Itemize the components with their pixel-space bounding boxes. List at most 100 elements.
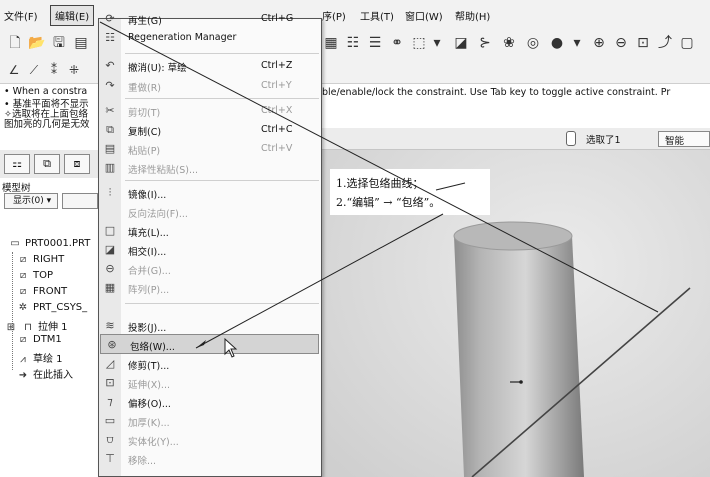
find-icon[interactable]: ⚭ xyxy=(388,34,406,52)
project-icon: ≋ xyxy=(105,319,115,332)
tree-item-insert-here[interactable]: ➜ 在此插入 xyxy=(16,366,73,381)
menu-separator xyxy=(125,303,319,304)
regen-manager-toolbar-icon[interactable]: ☷ xyxy=(344,34,362,52)
appearance-dropdown-icon[interactable]: ▾ xyxy=(568,34,586,52)
new-file-icon[interactable]: 🗋 xyxy=(6,34,24,52)
trim-icon: ◿ xyxy=(105,357,115,370)
sketch-points-icon[interactable]: ⁑ xyxy=(46,62,62,78)
offset-icon: ⁊ xyxy=(107,395,113,408)
folder-browser-tab-icon[interactable]: ⧉ xyxy=(34,154,60,174)
datum-plane-icon: ⧄ xyxy=(19,254,27,265)
menu-item-regeneration-manager[interactable]: ☷ Regeneration Manager xyxy=(99,28,321,48)
datum-plane-icon: ⧄ xyxy=(19,270,27,281)
menu-item-fill[interactable]: □ 填充(L)... xyxy=(99,221,321,241)
menu-item-solidify[interactable]: ⩌ 实体化(Y)... xyxy=(99,430,321,450)
menu-item-project[interactable]: ≋ 投影(J)... xyxy=(99,316,321,336)
menu-item-intersect[interactable]: ◪ 相交(I)... xyxy=(99,240,321,260)
tree-item-extrude[interactable]: ⊞ ⊓ 拉伸 1 xyxy=(4,318,68,333)
view-manager-icon[interactable]: ▢ xyxy=(678,34,696,52)
menu-item-flip-normal[interactable]: 反向法向(F)... xyxy=(99,202,321,222)
menu-item-redo[interactable]: ↷ 重做(R) Ctrl+Y xyxy=(99,76,321,96)
saved-views-icon[interactable]: ◎ xyxy=(524,34,542,52)
menu-help[interactable]: 帮助(H) xyxy=(455,8,490,23)
tree-item-label: PRT0001.PRT xyxy=(25,238,91,249)
menu-item-regenerate[interactable]: ⟳ 再生(G) Ctrl+G xyxy=(99,9,321,29)
selection-filter[interactable]: 智能 xyxy=(658,131,710,147)
menu-item-paste-special[interactable]: ▥ 选择性粘贴(S)... xyxy=(99,158,321,178)
dropdown-arrow-icon[interactable]: ▾ xyxy=(428,34,446,52)
model-tree-title: 模型树 xyxy=(2,183,31,194)
cylinder-top-face xyxy=(453,221,573,251)
tree-item-top-plane[interactable]: ⧄ TOP xyxy=(16,270,53,281)
menu-edit[interactable]: 编辑(E) xyxy=(50,5,95,26)
repaint-icon[interactable]: ◪ xyxy=(452,34,470,52)
zoom-in-icon[interactable]: ⊕ xyxy=(590,34,608,52)
menu-item-undo[interactable]: ↶ 撤消(U): 草绘 Ctrl+Z xyxy=(99,56,321,76)
mouse-icon xyxy=(566,131,576,146)
navigator-tabs: ⚏ ⧉ ⧈ xyxy=(0,150,100,178)
tree-item-dtm1[interactable]: ⧄ DTM1 xyxy=(16,334,62,345)
wrap-icon: ⊛ xyxy=(107,338,117,351)
menu-item-remove[interactable]: ⊤ 移除... xyxy=(99,449,321,469)
menu-item-offset[interactable]: ⁊ 偏移(O)... xyxy=(99,392,321,412)
menu-item-thicken[interactable]: ▭ 加厚(K)... xyxy=(99,411,321,431)
menu-item-extend[interactable]: ⊡ 延伸(X)... xyxy=(99,373,321,393)
menu-program[interactable]: 序(P) xyxy=(322,8,346,23)
tree-item-sketch[interactable]: ⩘ 草绘 1 xyxy=(16,350,62,365)
tree-item-label: TOP xyxy=(33,270,54,281)
tree-item-label: DTM1 xyxy=(33,334,62,345)
select-box-icon[interactable]: ⬚ xyxy=(410,34,428,52)
pattern-icon: ▦ xyxy=(104,281,116,294)
navigator-panel: ⚏ ⧉ ⧈ 模型树 显示(0) ▾ ▭ PRT0001.PRT ⧄ RIGHT ⧄ T… xyxy=(0,128,100,477)
show-button[interactable]: 显示(0) ▾ xyxy=(4,193,58,209)
sketch-dimension-icon[interactable]: ⟋ xyxy=(26,62,42,78)
tree-item-part[interactable]: ▭ PRT0001.PRT xyxy=(8,238,90,249)
tree-item-csys[interactable]: ✲ PRT_CSYS_ xyxy=(16,302,87,313)
menu-item-cut[interactable]: ✂ 剪切(T) Ctrl+X xyxy=(99,101,321,121)
paste-icon: ▤ xyxy=(104,142,116,155)
menu-item-pattern[interactable]: ▦ 阵列(P)... xyxy=(99,278,321,298)
selection-count: 选取了1 xyxy=(586,135,621,146)
refit-icon[interactable]: ⊡ xyxy=(634,34,652,52)
menu-item-trim[interactable]: ◿ 修剪(T)... xyxy=(99,354,321,374)
favorites-tab-icon[interactable]: ⧈ xyxy=(64,154,90,174)
reorient-icon[interactable]: ⤴ xyxy=(656,34,674,52)
edit-dropdown-menu: ⟳ 再生(G) Ctrl+G ☷ Regeneration Manager ↶ … xyxy=(98,12,322,477)
intersect-icon: ◪ xyxy=(104,243,116,256)
instruction-callout: 1.选择包络曲线； 2.“编辑” → “包络”。 xyxy=(330,169,490,215)
tree-item-label: 拉伸 1 xyxy=(38,322,68,333)
part-icon: ▭ xyxy=(10,238,20,249)
orient-mode-icon[interactable]: ❀ xyxy=(500,34,518,52)
menu-separator xyxy=(125,53,319,54)
insert-arrow-icon: ➜ xyxy=(18,370,28,381)
datum-plane-icon: ⧄ xyxy=(19,334,27,345)
menu-item-wrap[interactable]: ⊛ 包络(W)... xyxy=(100,334,319,354)
zoom-out-icon[interactable]: ⊖ xyxy=(612,34,630,52)
menu-separator xyxy=(125,180,319,181)
menu-file[interactable]: 文件(F) xyxy=(4,8,38,23)
open-file-icon[interactable]: 📂 xyxy=(28,34,46,52)
menu-tools[interactable]: 工具(T) xyxy=(360,8,394,23)
coordinate-system-icon: ✲ xyxy=(18,302,28,313)
regenerate-toolbar-icon[interactable]: ▦ xyxy=(322,34,340,52)
regen-list-toolbar-icon[interactable]: ☰ xyxy=(366,34,384,52)
mouse-cursor-icon xyxy=(224,338,238,358)
menu-item-copy[interactable]: ⧉ 复制(C) Ctrl+C xyxy=(99,120,321,140)
model-tree-tab-icon[interactable]: ⚏ xyxy=(4,154,30,174)
tree-item-label: 在此插入 xyxy=(33,370,73,381)
expand-plus-icon[interactable]: ⊞ xyxy=(4,322,18,333)
print-icon[interactable]: ▤ xyxy=(72,34,90,52)
tree-item-front-plane[interactable]: ⧄ FRONT xyxy=(16,286,67,297)
tree-item-right-plane[interactable]: ⧄ RIGHT xyxy=(16,254,64,265)
appearance-icon[interactable]: ● xyxy=(548,34,566,52)
spin-center-icon[interactable]: ⊱ xyxy=(476,34,494,52)
sketch-line-icon[interactable]: ∠ xyxy=(6,62,22,78)
menu-window[interactable]: 窗口(W) xyxy=(405,8,443,23)
menu-item-mirror[interactable]: ⫶ 镜像(I)... xyxy=(99,183,321,203)
menu-item-merge[interactable]: ⊖ 合并(G)... xyxy=(99,259,321,279)
menu-separator xyxy=(125,98,319,99)
save-icon[interactable]: 🖫 xyxy=(50,34,68,52)
sketch-constraint-icon[interactable]: ⁜ xyxy=(66,62,82,78)
settings-button[interactable] xyxy=(62,193,98,209)
menu-item-paste[interactable]: ▤ 粘贴(P) Ctrl+V xyxy=(99,139,321,159)
